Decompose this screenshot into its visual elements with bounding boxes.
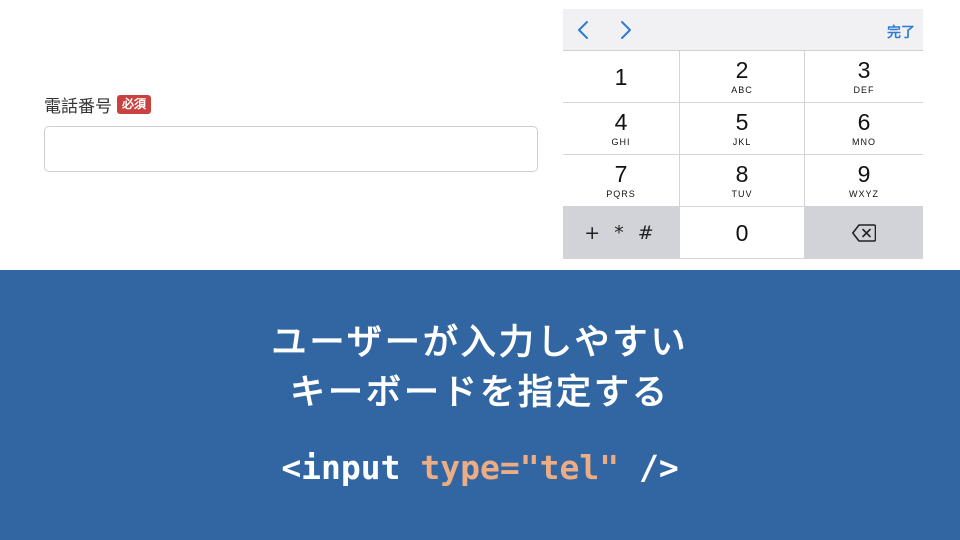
key-digit: 9 <box>857 161 871 187</box>
chevron-right-icon[interactable] <box>612 18 638 42</box>
keypad-grid: 1 2 ABC 3 DEF 4 GHI 5 JKL 6 MNO 7 PQRS 8… <box>563 51 923 259</box>
key-2[interactable]: 2 ABC <box>680 51 805 103</box>
form-area: 電話番号 必須 完了 1 2 ABC 3 DEF 4 GHI 5 JKL 6 M… <box>0 0 960 270</box>
key-6[interactable]: 6 MNO <box>805 103 923 155</box>
key-delete[interactable] <box>805 207 923 259</box>
key-letters: DEF <box>853 85 875 95</box>
headline-line-2: キーボードを指定する <box>289 373 670 413</box>
phone-input[interactable] <box>44 126 538 172</box>
numeric-keypad: 完了 1 2 ABC 3 DEF 4 GHI 5 JKL 6 MNO 7 PQR… <box>563 9 923 259</box>
key-letters: GHI <box>611 137 631 147</box>
key-digit: 0 <box>735 219 749 246</box>
key-digit: 3 <box>857 57 871 83</box>
keyboard-toolbar: 完了 <box>563 9 923 51</box>
key-7[interactable]: 7 PQRS <box>563 155 680 207</box>
headline-line-1: ユーザーが入力しやすい <box>271 323 689 363</box>
code-close: /> <box>619 448 679 487</box>
key-5[interactable]: 5 JKL <box>680 103 805 155</box>
key-letters: ABC <box>731 85 753 95</box>
key-digit: 6 <box>857 109 871 135</box>
key-digit: 2 <box>735 57 749 83</box>
key-9[interactable]: 9 WXYZ <box>805 155 923 207</box>
code-attribute: type="tel" <box>420 448 620 487</box>
key-digit: 1 <box>614 63 628 90</box>
key-8[interactable]: 8 TUV <box>680 155 805 207</box>
key-1[interactable]: 1 <box>563 51 680 103</box>
key-3[interactable]: 3 DEF <box>805 51 923 103</box>
symbols-label: + * # <box>584 221 658 244</box>
key-digit: 7 <box>614 161 628 187</box>
key-4[interactable]: 4 GHI <box>563 103 680 155</box>
key-symbols[interactable]: + * # <box>563 207 680 259</box>
key-letters: PQRS <box>606 189 636 199</box>
done-button[interactable]: 完了 <box>887 22 915 42</box>
key-letters: WXYZ <box>849 189 879 199</box>
key-digit: 5 <box>735 109 749 135</box>
code-snippet: <input type="tel" /> <box>0 448 960 487</box>
key-0[interactable]: 0 <box>680 207 805 259</box>
key-letters: JKL <box>732 137 752 147</box>
headline-banner: ユーザーが入力しやすい キーボードを指定する <input type="tel"… <box>0 270 960 540</box>
key-digit: 4 <box>614 109 628 135</box>
key-letters: TUV <box>731 189 753 199</box>
required-badge: 必須 <box>117 95 152 114</box>
phone-field-label: 電話番号 <box>44 97 112 117</box>
backspace-icon <box>852 223 876 242</box>
key-letters: MNO <box>852 137 876 147</box>
chevron-left-icon[interactable] <box>571 18 597 42</box>
code-open: <input <box>281 448 421 487</box>
key-digit: 8 <box>735 161 749 187</box>
phone-field-label-row: 電話番号 必須 <box>44 92 152 117</box>
